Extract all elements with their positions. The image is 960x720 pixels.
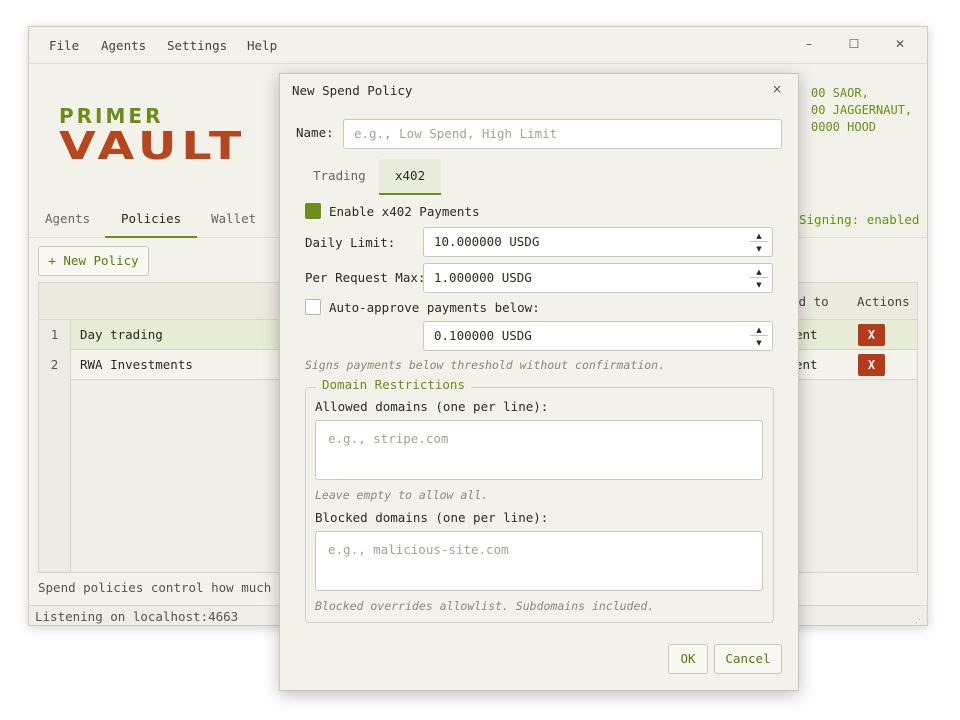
tab-agents[interactable]: Agents: [29, 201, 106, 238]
daily-limit-input[interactable]: 10.000000 USDG ▲ ▼: [423, 227, 773, 257]
policies-footnote: Spend policies control how much age: [38, 580, 302, 595]
chevron-down-icon[interactable]: ▼: [750, 279, 768, 291]
enable-x402-label: Enable x402 Payments: [329, 204, 480, 219]
delete-policy-button[interactable]: X: [858, 324, 885, 346]
status-text: Listening on localhost:4663: [35, 609, 239, 624]
tab-trading[interactable]: Trading: [297, 159, 382, 195]
blocked-domains-label: Blocked domains (one per line):: [315, 510, 549, 525]
allowed-domains-label: Allowed domains (one per line):: [315, 399, 549, 414]
row-number-gutter: [39, 380, 71, 572]
new-spend-policy-dialog: New Spend Policy × Name: e.g., Low Spend…: [279, 73, 799, 691]
menu-help[interactable]: Help: [247, 38, 277, 53]
name-input[interactable]: e.g., Low Spend, High Limit: [343, 119, 782, 149]
logo-vault-text: VAULT: [59, 124, 247, 168]
minimize-icon[interactable]: –: [799, 37, 819, 51]
app-logo: PRIMER VAULT: [59, 105, 241, 165]
cancel-button[interactable]: Cancel: [714, 644, 782, 674]
chevron-up-icon[interactable]: ▲: [750, 230, 768, 242]
menu-bar: File Agents Settings Help – ☐ ✕: [29, 27, 927, 64]
per-request-label: Per Request Max:: [305, 270, 426, 285]
auto-approve-value: 0.100000 USDG: [434, 328, 532, 343]
auto-approve-checkbox[interactable]: [305, 299, 321, 315]
dialog-close-icon[interactable]: ×: [772, 82, 782, 96]
daily-limit-label: Daily Limit:: [305, 235, 396, 250]
auto-approve-input[interactable]: 0.100000 USDG ▲ ▼: [423, 321, 773, 351]
maximize-icon[interactable]: ☐: [844, 37, 864, 51]
daily-limit-value: 10.000000 USDG: [434, 234, 540, 249]
new-policy-button[interactable]: + New Policy: [38, 246, 149, 276]
menu-file[interactable]: File: [49, 38, 79, 53]
tab-wallet[interactable]: Wallet: [195, 201, 272, 238]
delete-policy-button[interactable]: X: [858, 354, 885, 376]
allowed-domains-hint: Leave empty to allow all.: [315, 488, 489, 502]
row-number: 2: [39, 350, 71, 380]
blocked-domains-textarea[interactable]: e.g., malicious-site.com: [315, 531, 763, 591]
per-request-value: 1.000000 USDG: [434, 270, 532, 285]
per-request-stepper[interactable]: ▲ ▼: [750, 266, 768, 292]
allowed-domains-textarea[interactable]: e.g., stripe.com: [315, 420, 763, 480]
menu-settings[interactable]: Settings: [167, 38, 227, 53]
chevron-up-icon[interactable]: ▲: [750, 266, 768, 278]
resize-grip-icon[interactable]: ⋰: [915, 615, 924, 625]
agent-address-list: 00 SAOR, 00 JAGGERNAUT, 0000 HOOD: [811, 86, 913, 134]
auto-approve-stepper[interactable]: ▲ ▼: [750, 324, 768, 350]
column-header-actions: Actions: [857, 294, 910, 309]
daily-limit-stepper[interactable]: ▲ ▼: [750, 230, 768, 256]
close-icon[interactable]: ✕: [890, 37, 910, 51]
policy-name: Day trading: [80, 327, 163, 342]
per-request-input[interactable]: 1.000000 USDG ▲ ▼: [423, 263, 773, 293]
chevron-down-icon[interactable]: ▼: [750, 337, 768, 349]
menu-agents[interactable]: Agents: [101, 38, 146, 53]
tab-x402[interactable]: x402: [379, 159, 442, 195]
ok-button[interactable]: OK: [668, 644, 708, 674]
name-label: Name:: [296, 125, 334, 140]
blocked-domains-hint: Blocked overrides allowlist. Subdomains …: [315, 599, 655, 613]
domain-restrictions-legend: Domain Restrictions: [316, 377, 471, 392]
row-number: 1: [39, 320, 71, 350]
tab-policies[interactable]: Policies: [105, 201, 198, 238]
auto-approve-hint: Signs payments below threshold without c…: [305, 358, 666, 372]
enable-x402-checkbox[interactable]: [305, 203, 321, 219]
chevron-up-icon[interactable]: ▲: [750, 324, 768, 336]
policy-name: RWA Investments: [80, 357, 193, 372]
chevron-down-icon[interactable]: ▼: [750, 243, 768, 255]
auto-approve-label: Auto-approve payments below:: [329, 300, 540, 315]
dialog-title: New Spend Policy: [292, 83, 413, 98]
